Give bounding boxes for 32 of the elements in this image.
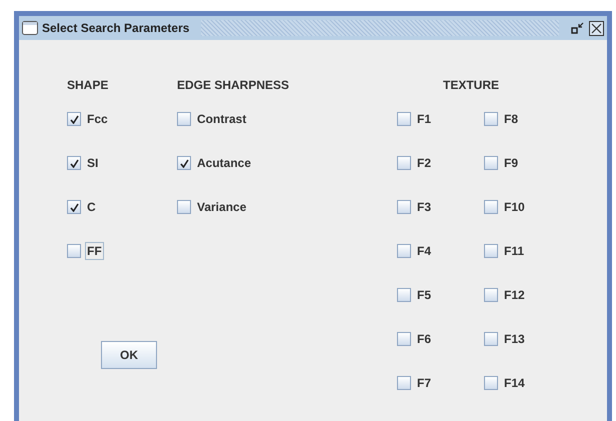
- window-title: Select Search Parameters: [42, 20, 190, 37]
- checkbox[interactable]: C: [67, 198, 98, 216]
- checkbox[interactable]: F2: [397, 154, 434, 172]
- checkbox[interactable]: F10: [484, 198, 527, 216]
- checkbox[interactable]: F8: [484, 110, 520, 128]
- checkmark-icon: [180, 158, 188, 168]
- close-icon[interactable]: [589, 20, 604, 36]
- checkmark-icon: [70, 158, 78, 168]
- checkmark-icon: [70, 114, 78, 124]
- checkmark-icon: [70, 202, 78, 212]
- checkbox[interactable]: F3: [397, 198, 434, 216]
- checkbox[interactable]: F12: [484, 286, 527, 304]
- checkbox[interactable]: F5: [397, 286, 434, 304]
- checkbox[interactable]: F6: [397, 330, 434, 348]
- section-heading: EDGE SHARPNESS: [177, 77, 290, 94]
- checkbox[interactable]: Contrast: [177, 110, 248, 128]
- checkbox[interactable]: F13: [484, 330, 527, 348]
- checkbox[interactable]: F14: [484, 374, 527, 392]
- checkbox[interactable]: Acutance: [177, 154, 254, 172]
- checkbox[interactable]: F4: [397, 242, 434, 260]
- section-heading: TEXTURE: [442, 77, 499, 94]
- checkbox[interactable]: F11: [484, 242, 526, 260]
- window-icon: [22, 21, 38, 35]
- checkbox[interactable]: SI: [67, 154, 100, 172]
- restore-icon[interactable]: [571, 21, 585, 35]
- ok-button[interactable]: OK: [101, 341, 157, 369]
- checkbox[interactable]: F7: [397, 374, 434, 392]
- checkbox[interactable]: F9: [484, 154, 520, 172]
- checkbox[interactable]: Fcc: [67, 110, 110, 128]
- checkbox[interactable]: F1: [397, 110, 434, 128]
- checkbox[interactable]: Variance: [177, 198, 248, 216]
- section-heading: SHAPE: [67, 77, 108, 94]
